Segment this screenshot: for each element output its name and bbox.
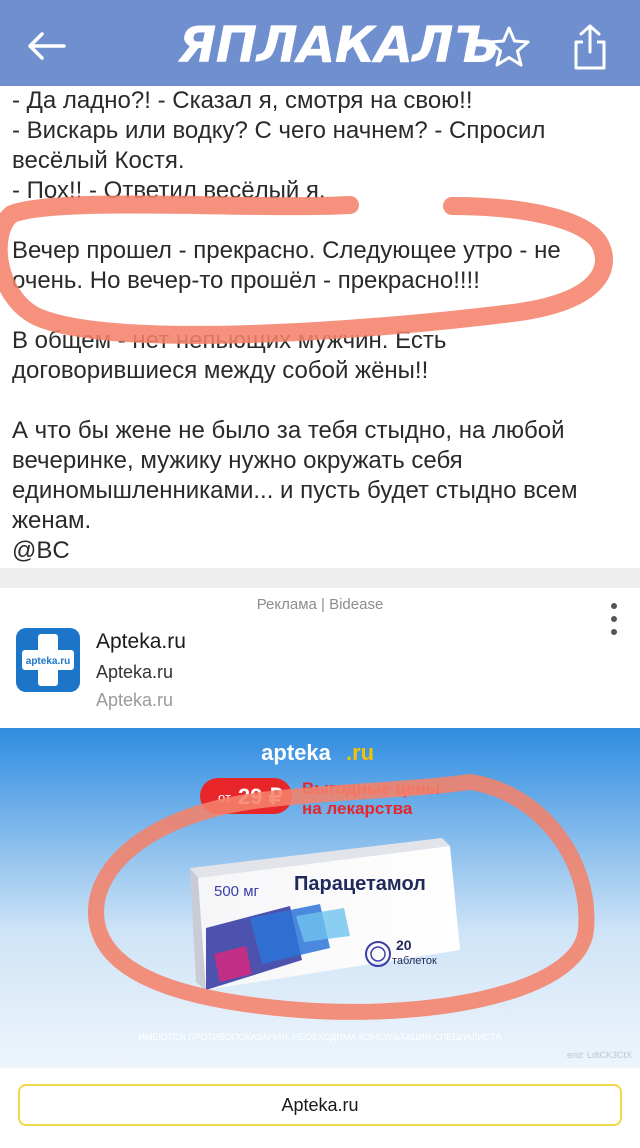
app-icon-label: apteka.ru	[26, 656, 70, 667]
arrow-left-icon	[28, 32, 66, 60]
section-divider	[0, 568, 640, 588]
ad-banner[interactable]: apteka .ru от 29 ₽ Выгодные цены на лека…	[0, 728, 640, 1068]
banner-price-prefix: от	[218, 790, 231, 805]
post-line: В общем - нет непьющих мужчин. Есть	[12, 327, 447, 354]
more-options-button[interactable]	[606, 602, 622, 636]
banner-product-count: 20	[396, 937, 412, 953]
site-logo[interactable]: ЯПЛАКАЛЪ	[178, 18, 500, 72]
banner-erid: erid: LdtCK3CtX	[567, 1050, 632, 1060]
post-line: Вечер прошел - прекрасно. Следующее утро…	[12, 237, 561, 264]
ad-label: Реклама | Bidease	[256, 596, 384, 613]
banner-promo-line1: Выгодные цены	[302, 779, 440, 798]
ad-card: Реклама | Bidease apteka.ru Apteka.ru Ap…	[0, 588, 640, 1148]
share-button[interactable]	[568, 22, 616, 74]
ad-app-domain: Apteka.ru	[96, 690, 174, 710]
banner-brand-suffix: .ru	[346, 740, 374, 765]
post-line: единомышленниками... и пусть будет стыдн…	[12, 477, 578, 504]
banner-promo-line2: на лекарства	[302, 799, 413, 818]
post-line: вечеринке, мужику нужно окружать себя	[12, 447, 463, 474]
post-line: очень. Но вечер-то прошёл - прекрасно!!!…	[12, 267, 480, 294]
post-author[interactable]: @BC	[12, 536, 628, 566]
post-line: - Да ладно?! - Сказал я, смотря на свою!…	[12, 87, 473, 114]
banner-product-dose: 500 мг	[214, 883, 260, 900]
share-icon	[574, 24, 606, 70]
post-line: женам.	[12, 507, 92, 534]
post-line: весёлый Костя.	[12, 147, 185, 174]
banner-product-unit: таблеток	[392, 955, 437, 967]
banner-product-name: Парацетамол	[294, 873, 426, 895]
top-bar: ЯПЛАКАЛЪ	[0, 0, 640, 86]
banner-disclaimer: ИМЕЮТСЯ ПРОТИВОПОКАЗАНИЯ, НЕОБХОДИМА КОН…	[139, 1032, 502, 1042]
banner-brand: apteka	[261, 740, 331, 765]
banner-price: 29 ₽	[238, 784, 283, 809]
star-icon	[488, 26, 530, 67]
post-line: А что бы жене не было за тебя стыдно, на…	[12, 417, 565, 444]
ad-app-subtitle: Apteka.ru	[96, 662, 174, 682]
post-body: - Да ладно?! - Сказал я, смотря на свою!…	[12, 86, 628, 566]
back-button[interactable]	[24, 24, 68, 68]
ad-app-name[interactable]: Apteka.ru	[96, 630, 186, 654]
post-line: - Пох!! - Ответил весёлый я.	[12, 177, 326, 204]
more-vertical-icon	[611, 603, 617, 635]
post-line: договорившиеся между собой жёны!!	[12, 357, 429, 384]
ad-cta-button[interactable]: Apteka.ru	[18, 1084, 622, 1126]
favorite-button[interactable]	[486, 24, 534, 72]
app-icon[interactable]: apteka.ru	[16, 628, 80, 692]
post-line: - Вискарь или водку? С чего начнем? - Сп…	[12, 117, 546, 144]
